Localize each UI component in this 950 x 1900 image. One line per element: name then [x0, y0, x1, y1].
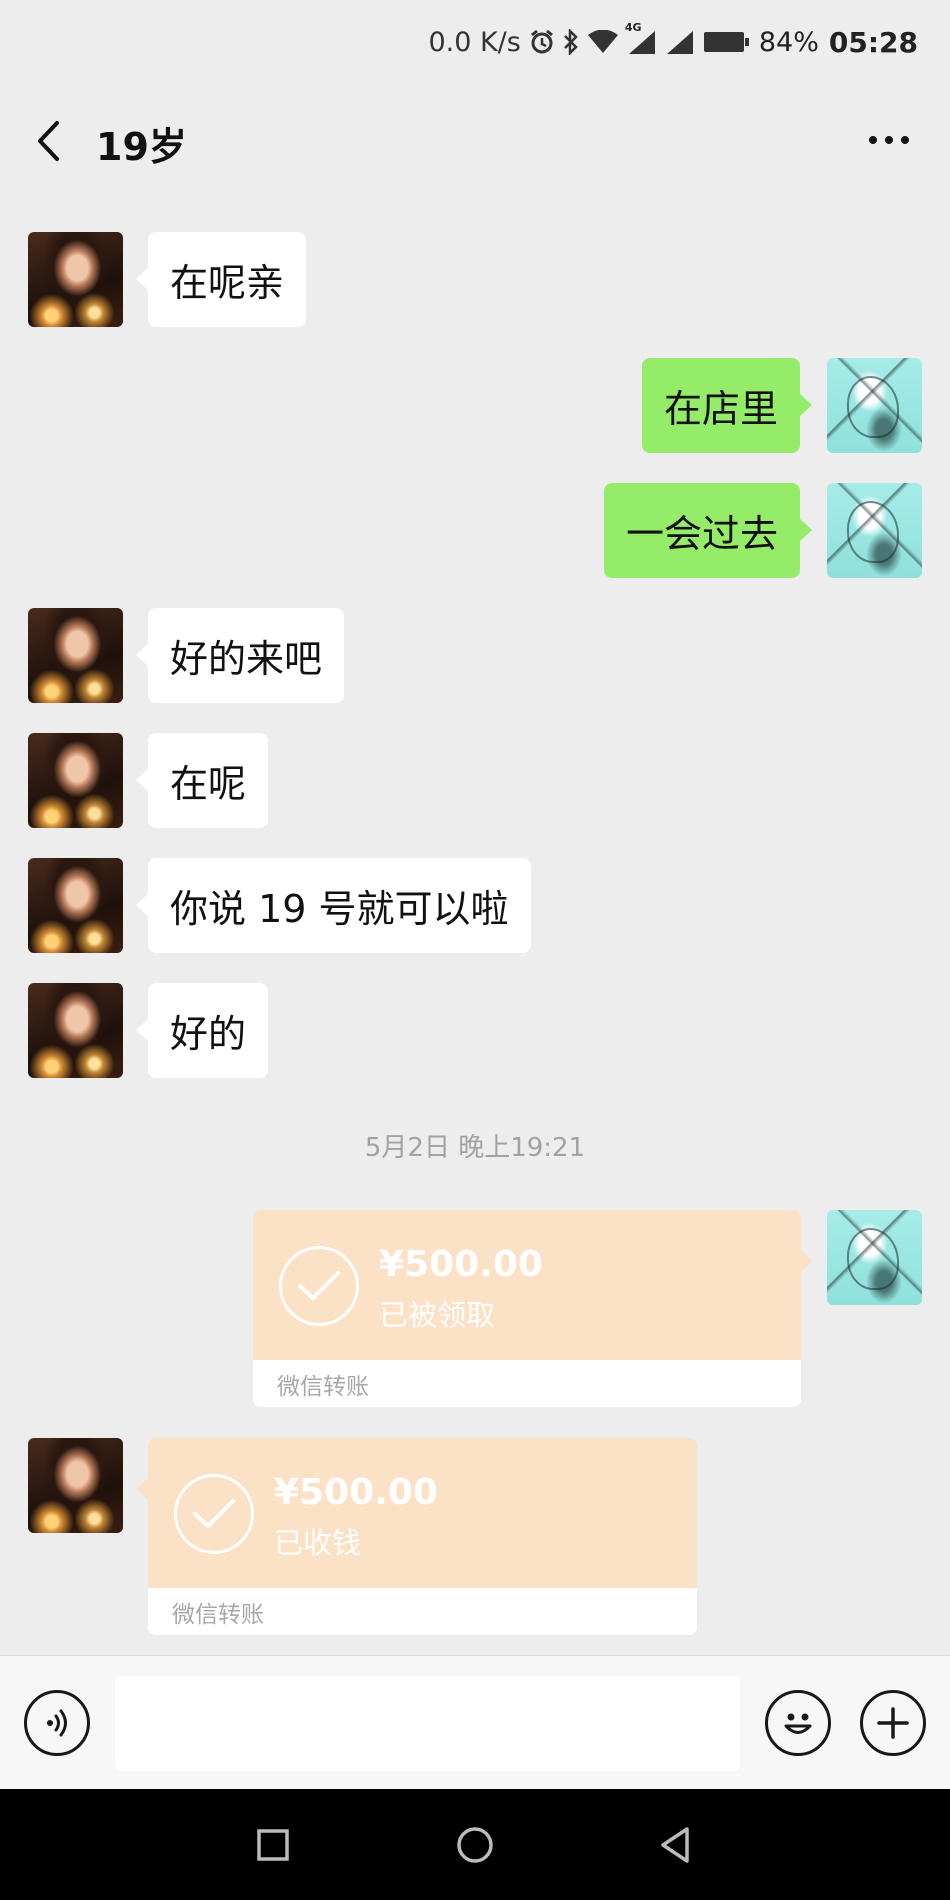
contact-avatar[interactable] — [28, 608, 123, 703]
wifi-icon — [587, 30, 619, 54]
home-button[interactable] — [445, 1815, 505, 1875]
battery-percent: 84% — [758, 26, 819, 58]
network-speed: 0.0 K/s — [428, 26, 521, 58]
my-avatar[interactable] — [827, 483, 922, 578]
transfer-card-body: ¥500.00 已被领取 — [253, 1210, 801, 1360]
transfer-footer: 微信转账 — [253, 1360, 801, 1407]
voice-input-button[interactable] — [24, 1690, 90, 1756]
emoji-button[interactable] — [765, 1690, 831, 1756]
status-bar: 0.0 K/s 4G 84% 05:28 — [0, 0, 950, 84]
back-button[interactable] — [26, 116, 70, 166]
received-message-bubble[interactable]: 在呢 — [135, 733, 269, 828]
system-back-button[interactable] — [645, 1815, 705, 1875]
received-message-bubble[interactable]: 好的 — [135, 983, 269, 1078]
contact-avatar[interactable] — [28, 983, 123, 1078]
transfer-footer: 微信转账 — [148, 1588, 697, 1635]
transfer-card-received[interactable]: ¥500.00 已收钱 微信转账 — [136, 1438, 697, 1635]
my-avatar[interactable] — [827, 1210, 922, 1305]
clock: 05:28 — [828, 25, 918, 59]
signal-icon: 4G — [625, 21, 657, 55]
back-triangle-icon — [661, 1827, 689, 1863]
bluetooth-icon — [563, 29, 579, 55]
plus-icon — [877, 1707, 909, 1739]
more-options-button[interactable] — [864, 120, 914, 160]
recent-apps-button[interactable] — [243, 1815, 303, 1875]
my-avatar[interactable] — [827, 358, 922, 453]
transfer-card-sent[interactable]: ¥500.00 已被领取 微信转账 — [253, 1210, 813, 1407]
more-dot — [885, 136, 893, 144]
chat-input-bar — [0, 1655, 950, 1789]
chat-title: 19岁 — [96, 125, 187, 169]
battery-icon — [703, 30, 751, 54]
contact-avatar[interactable] — [28, 858, 123, 953]
contact-avatar[interactable] — [28, 733, 123, 828]
contact-avatar[interactable] — [28, 232, 123, 327]
checkmark-icon — [279, 1246, 359, 1326]
more-dots-icon — [869, 136, 877, 144]
checkmark-icon — [174, 1474, 254, 1554]
message-input[interactable] — [115, 1676, 740, 1771]
back-chevron-icon — [38, 121, 59, 161]
more-dot — [901, 136, 909, 144]
transfer-amount: ¥500.00 — [379, 1244, 543, 1285]
received-message-bubble[interactable]: 好的来吧 — [135, 608, 345, 703]
recent-apps-icon — [257, 1829, 289, 1861]
signal-icon — [665, 29, 695, 55]
network-type-label: 4G — [624, 21, 642, 34]
chat-header: 19岁 — [0, 84, 950, 196]
contact-avatar[interactable] — [28, 1438, 123, 1533]
voice-icon — [47, 1709, 67, 1737]
transfer-amount: ¥500.00 — [274, 1472, 438, 1513]
received-message-bubble[interactable]: 你说 19 号就可以啦 — [136, 858, 531, 953]
alarm-icon — [529, 29, 555, 55]
transfer-status: 已收钱 — [274, 1526, 362, 1560]
emoji-icon — [784, 1713, 812, 1734]
transfer-status: 已被领取 — [379, 1298, 496, 1332]
home-icon — [457, 1827, 493, 1863]
system-nav-bar — [0, 1789, 950, 1900]
message-timestamp: 5月2日 晚上19:21 — [364, 1133, 586, 1163]
more-functions-button[interactable] — [860, 1690, 926, 1756]
transfer-card-body: ¥500.00 已收钱 — [148, 1438, 697, 1588]
received-message-bubble[interactable]: 在呢亲 — [135, 232, 307, 327]
sent-message-bubble[interactable]: 在店里 — [641, 358, 813, 453]
sent-message-bubble[interactable]: 一会过去 — [603, 483, 813, 578]
